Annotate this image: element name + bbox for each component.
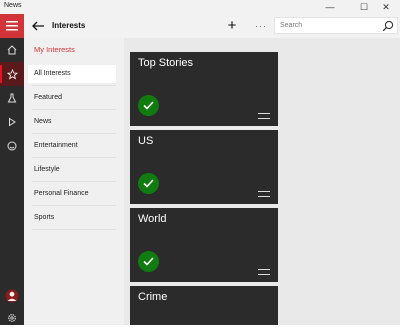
tile-title: US — [138, 135, 154, 147]
nav-home-button[interactable] — [0, 38, 24, 62]
nav-local-button[interactable] — [0, 86, 24, 110]
search-icon[interactable] — [381, 19, 395, 33]
tile-title: World — [138, 213, 167, 225]
page-title: Interests — [52, 21, 86, 30]
divider — [32, 133, 116, 134]
divider — [32, 109, 116, 110]
subnav-item-entertainment[interactable]: Entertainment — [34, 142, 118, 149]
flask-icon — [7, 93, 17, 103]
window-title: News — [4, 2, 22, 9]
drag-handle-icon[interactable] — [258, 191, 270, 197]
title-bar: News — ☐ ✕ — [0, 0, 400, 14]
back-button[interactable] — [30, 18, 46, 34]
checkmark-icon[interactable] — [138, 251, 159, 272]
home-icon — [7, 45, 17, 55]
minimize-button[interactable]: — — [316, 0, 344, 14]
subnav-item-personal-finance[interactable]: Personal Finance — [34, 190, 118, 197]
nav-interests-button[interactable] — [0, 62, 24, 86]
divider — [32, 229, 116, 230]
divider — [32, 85, 116, 86]
divider — [32, 181, 116, 182]
smile-icon — [7, 141, 17, 151]
divider — [32, 157, 116, 158]
subnav-item-all-interests[interactable]: All Interests — [28, 65, 116, 83]
subnav-item-my-interests[interactable]: My Interests — [34, 45, 118, 54]
subnav-item-featured[interactable]: Featured — [34, 94, 118, 101]
nav-video-button[interactable] — [0, 110, 24, 134]
checkmark-icon[interactable] — [138, 173, 159, 194]
tile-title: Crime — [138, 291, 168, 303]
add-interest-button[interactable]: + — [224, 16, 240, 36]
more-options-button[interactable]: ··· — [254, 16, 268, 36]
search-box[interactable]: Search — [274, 17, 398, 34]
subnav-item-sports[interactable]: Sports — [34, 214, 118, 221]
subnav-item-lifestyle[interactable]: Lifestyle — [34, 166, 118, 173]
play-icon — [9, 117, 16, 127]
nav-feedback-button[interactable] — [0, 134, 24, 158]
page-header: Interests + ··· Search — [24, 14, 400, 39]
interest-tile-world[interactable]: World — [130, 208, 278, 282]
hamburger-button[interactable] — [0, 14, 24, 38]
drag-handle-icon[interactable] — [258, 269, 270, 275]
interests-grid: Top Stories US World Crime — [124, 38, 400, 325]
interest-tile-us[interactable]: US — [130, 130, 278, 204]
settings-button[interactable] — [0, 306, 24, 330]
close-button[interactable]: ✕ — [372, 0, 400, 14]
drag-handle-icon[interactable] — [258, 113, 270, 119]
hamburger-icon — [6, 21, 18, 31]
interests-subnav: My Interests All Interests Featured News… — [24, 38, 124, 325]
app-nav-rail — [0, 14, 24, 325]
interest-tile-crime[interactable]: Crime — [130, 286, 278, 325]
interest-tile-top-stories[interactable]: Top Stories — [130, 52, 278, 126]
back-arrow-icon — [32, 21, 44, 31]
gear-icon — [8, 314, 16, 322]
checkmark-icon[interactable] — [138, 95, 159, 116]
star-icon — [6, 68, 18, 80]
account-button[interactable] — [0, 284, 24, 308]
subnav-item-news[interactable]: News — [34, 118, 118, 125]
search-input[interactable]: Search — [280, 22, 302, 29]
divider — [32, 205, 116, 206]
avatar — [5, 289, 19, 303]
tile-title: Top Stories — [138, 57, 194, 69]
